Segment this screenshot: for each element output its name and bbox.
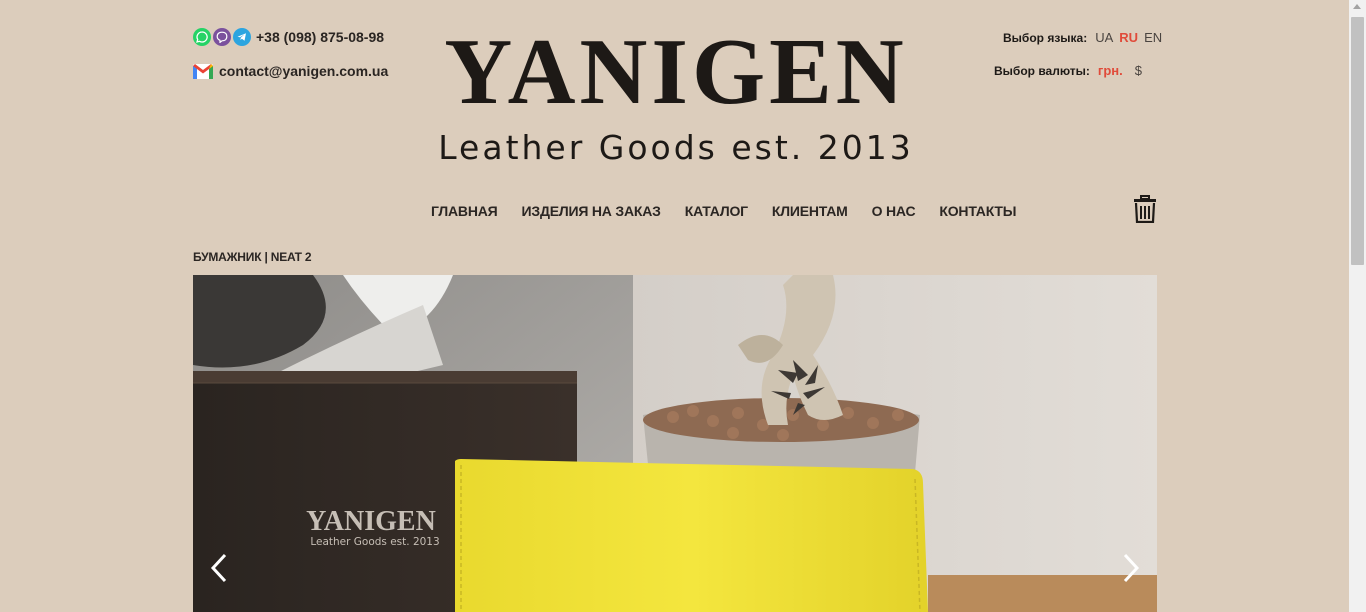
email-contact[interactable]: contact@yanigen.com.ua (193, 63, 388, 79)
chevron-right-icon[interactable] (1115, 553, 1145, 583)
nav-item-home[interactable]: ГЛАВНАЯ (431, 203, 498, 219)
logo-wordmark: YANIGEN (444, 20, 908, 124)
logo-tagline: Leather Goods est. 2013 (438, 128, 914, 167)
main-navigation: ГЛАВНАЯ ИЗДЕЛИЯ НА ЗАКАЗ КАТАЛОГ КЛИЕНТА… (431, 203, 1016, 219)
box-logo-sub: Leather Goods est. 2013 (310, 536, 439, 548)
currency-label: Выбор валюты: (994, 63, 1090, 78)
currency-option-uah[interactable]: грн. (1098, 63, 1123, 78)
phone-contact[interactable]: +38 (098) 875-08-98 (193, 28, 384, 46)
site-logo[interactable]: YANIGEN Leather Goods est. 2013 (435, 20, 917, 170)
viber-icon[interactable] (213, 28, 231, 46)
product-photo: YANIGEN Leather Goods est. 2013 (193, 275, 1157, 612)
cart-icon[interactable] (1133, 195, 1157, 223)
page-scrollbar[interactable] (1349, 0, 1366, 612)
nav-item-catalog[interactable]: КАТАЛОГ (685, 203, 748, 219)
nav-item-clients[interactable]: КЛИЕНТАМ (772, 203, 848, 219)
nav-item-custom-orders[interactable]: ИЗДЕЛИЯ НА ЗАКАЗ (522, 203, 661, 219)
language-option-ua[interactable]: UA (1095, 30, 1113, 45)
language-selector: Выбор языка: UA RU EN (1003, 30, 1162, 45)
box-logo-main: YANIGEN (306, 506, 436, 537)
scroll-thumb[interactable] (1351, 17, 1364, 265)
nav-item-about[interactable]: О НАС (872, 203, 916, 219)
scroll-up-arrow[interactable] (1353, 4, 1361, 9)
currency-option-usd[interactable]: $ (1135, 63, 1142, 78)
gmail-icon (193, 63, 213, 79)
chevron-left-icon[interactable] (205, 553, 235, 583)
phone-number[interactable]: +38 (098) 875-08-98 (256, 29, 384, 45)
currency-selector: Выбор валюты: грн. $ (994, 63, 1142, 78)
product-gallery[interactable]: YANIGEN Leather Goods est. 2013 (193, 275, 1157, 612)
whatsapp-icon[interactable] (193, 28, 211, 46)
language-option-ru[interactable]: RU (1119, 30, 1138, 45)
language-option-en[interactable]: EN (1144, 30, 1162, 45)
language-label: Выбор языка: (1003, 30, 1088, 45)
breadcrumb: БУМАЖНИК | NEAT 2 (193, 250, 312, 264)
email-address[interactable]: contact@yanigen.com.ua (219, 63, 388, 79)
nav-item-contacts[interactable]: КОНТАКТЫ (939, 203, 1016, 219)
telegram-icon[interactable] (233, 28, 251, 46)
